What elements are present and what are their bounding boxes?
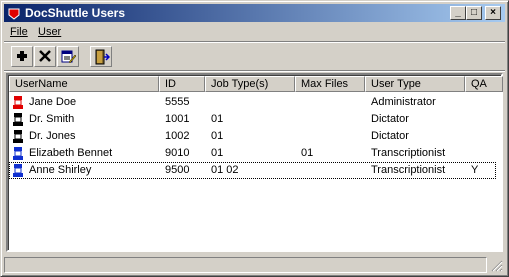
- title-bar[interactable]: DocShuttle Users _ □ ×: [4, 4, 505, 22]
- plus-icon: [17, 51, 27, 61]
- list-header: UserName ID Job Type(s) Max Files User T…: [9, 76, 503, 92]
- close-icon: ×: [490, 7, 496, 18]
- cell-id: 1002: [165, 130, 190, 142]
- cell-id: 5555: [165, 96, 190, 108]
- cell-id: 9010: [165, 147, 190, 159]
- cell-user-type: Transcriptionist: [371, 147, 446, 159]
- toolbar-separator: [4, 70, 505, 72]
- maximize-icon: □: [470, 7, 478, 18]
- column-header-username[interactable]: UserName: [9, 76, 159, 92]
- window-title: DocShuttle Users: [25, 6, 126, 20]
- column-header-qa[interactable]: QA: [465, 76, 503, 92]
- x-delete-icon: [39, 50, 51, 62]
- cell-username: Dr. Smith: [29, 113, 75, 125]
- close-button[interactable]: ×: [485, 6, 501, 20]
- column-header-job-types[interactable]: Job Type(s): [205, 76, 295, 92]
- cell-job-types: 01: [211, 113, 224, 125]
- table-row[interactable]: Dr. Jones 1002 01 Dictator: [9, 128, 496, 145]
- toolbar: [4, 43, 505, 71]
- maximize-button[interactable]: □: [466, 6, 482, 20]
- cell-job-types: 01: [211, 130, 224, 142]
- edit-form-icon: [61, 50, 76, 64]
- cell-user-type: Transcriptionist: [371, 164, 446, 176]
- column-header-user-type[interactable]: User Type: [365, 76, 465, 92]
- user-icon: [13, 96, 23, 109]
- status-pane: [4, 257, 487, 273]
- delete-user-button[interactable]: [34, 46, 56, 67]
- users-window: DocShuttle Users _ □ × File User UserNam…: [0, 0, 509, 277]
- table-row[interactable]: Elizabeth Bennet 9010 01 01 Transcriptionist: [9, 145, 496, 162]
- cell-user-type: Dictator: [371, 113, 409, 125]
- exit-button[interactable]: [90, 46, 112, 67]
- cell-username: Anne Shirley: [29, 164, 92, 176]
- table-row[interactable]: Dr. Smith 1001 01 Dictator: [9, 111, 496, 128]
- cell-username: Dr. Jones: [29, 130, 76, 142]
- table-row[interactable]: Anne Shirley 9500 01 02 Transcriptionist Y: [9, 162, 496, 179]
- add-user-button[interactable]: [11, 46, 33, 67]
- status-bar: [4, 257, 505, 273]
- users-list[interactable]: UserName ID Job Type(s) Max Files User T…: [6, 73, 503, 252]
- cell-username: Elizabeth Bennet: [29, 147, 113, 159]
- column-header-max-files[interactable]: Max Files: [295, 76, 365, 92]
- cell-id: 1001: [165, 113, 190, 125]
- cell-job-types: 01: [211, 147, 224, 159]
- minimize-button[interactable]: _: [450, 6, 466, 20]
- cell-username: Jane Doe: [29, 96, 77, 108]
- app-icon: [8, 8, 20, 20]
- menu-file[interactable]: File: [10, 26, 28, 38]
- cell-user-type: Administrator: [371, 96, 436, 108]
- user-icon: [13, 113, 23, 126]
- edit-user-button[interactable]: [57, 46, 79, 67]
- cell-max-files: 01: [301, 147, 314, 159]
- menu-bar: File User: [4, 23, 505, 41]
- cell-qa: Y: [471, 164, 479, 176]
- column-header-id[interactable]: ID: [159, 76, 205, 92]
- cell-job-types: 01 02: [211, 164, 239, 176]
- resize-grip-icon[interactable]: [491, 260, 503, 272]
- table-row[interactable]: Jane Doe 5555 Administrator: [9, 94, 496, 111]
- user-icon: [13, 130, 23, 143]
- cell-id: 9500: [165, 164, 190, 176]
- minimize-icon: _: [455, 7, 461, 18]
- exit-door-icon: [95, 49, 110, 65]
- menu-user[interactable]: User: [38, 26, 61, 38]
- user-icon: [13, 164, 23, 177]
- user-icon: [13, 147, 23, 160]
- cell-user-type: Dictator: [371, 130, 409, 142]
